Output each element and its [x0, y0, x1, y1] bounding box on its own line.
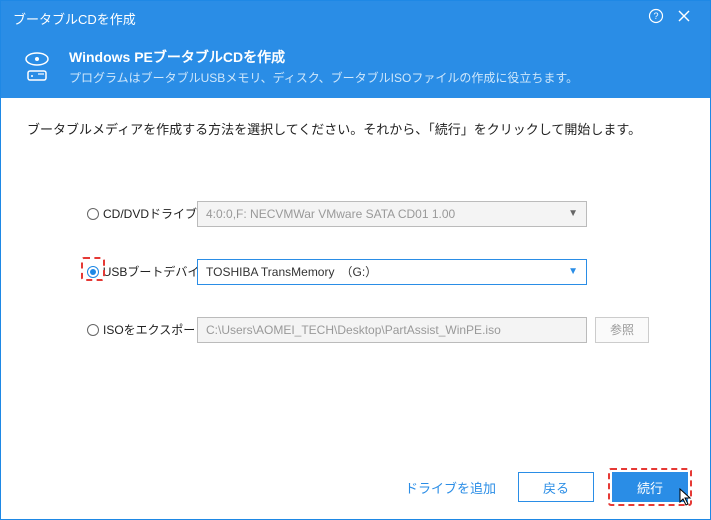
cd-drive-select[interactable]: 4:0:0,F: NECVMWar VMware SATA CD01 1.00 …: [197, 201, 587, 227]
option-cd-row: CD/DVDドライブ 4:0:0,F: NECVMWar VMware SATA…: [27, 201, 684, 227]
add-drive-link[interactable]: ドライブを追加: [397, 478, 504, 497]
browse-label: 参照: [610, 321, 634, 338]
radio-iso-label: ISOをエクスポー: [103, 321, 195, 338]
close-icon[interactable]: [670, 9, 698, 27]
radio-usb-label: USBブートデバイ: [103, 263, 197, 280]
radio-usb[interactable]: USBブートデバイ: [87, 263, 197, 280]
radio-cd[interactable]: CD/DVDドライブ: [87, 205, 197, 222]
cd-field: 4:0:0,F: NECVMWar VMware SATA CD01 1.00 …: [197, 201, 684, 227]
radio-icon: [87, 324, 99, 336]
window-title: ブータブルCDを作成: [13, 9, 136, 28]
dialog-window: ブータブルCDを作成 ? Windows PEブータブルCDを作成 プログラムは…: [0, 0, 711, 520]
content-area: ブータブルメディアを作成する方法を選択してください。それから、「続行」をクリック…: [1, 98, 710, 463]
usb-device-select[interactable]: TOSHIBA TransMemory （G:） ▼: [197, 259, 587, 285]
banner-subtitle: プログラムはブータブルUSBメモリ、ディスク、ブータブルISOファイルの作成に役…: [69, 69, 578, 86]
option-usb-row: USBブートデバイ TOSHIBA TransMemory （G:） ▼: [27, 259, 684, 285]
continue-wrap: 続行: [608, 468, 692, 506]
disc-burner-icon: [19, 49, 55, 85]
chevron-down-icon: ▼: [568, 208, 578, 219]
radio-cd-label: CD/DVDドライブ: [103, 205, 197, 222]
option-iso-row: ISOをエクスポー C:\Users\AOMEI_TECH\Desktop\Pa…: [27, 317, 684, 343]
selection-highlight: [81, 257, 105, 281]
browse-button[interactable]: 参照: [595, 317, 649, 343]
svg-text:?: ?: [653, 11, 658, 21]
usb-field: TOSHIBA TransMemory （G:） ▼: [197, 259, 684, 285]
chevron-down-icon: ▼: [568, 266, 578, 277]
back-button[interactable]: 戻る: [518, 472, 594, 502]
help-icon[interactable]: ?: [642, 8, 670, 28]
radio-iso[interactable]: ISOをエクスポー: [87, 321, 197, 338]
titlebar: ブータブルCDを作成 ?: [1, 1, 710, 35]
continue-button[interactable]: 続行: [612, 472, 688, 502]
banner-title: Windows PEブータブルCDを作成: [69, 47, 578, 67]
banner-text: Windows PEブータブルCDを作成 プログラムはブータブルUSBメモリ、デ…: [69, 47, 578, 86]
iso-field: C:\Users\AOMEI_TECH\Desktop\PartAssist_W…: [197, 317, 684, 343]
radio-icon: [87, 208, 99, 220]
instruction-text: ブータブルメディアを作成する方法を選択してください。それから、「続行」をクリック…: [27, 120, 684, 141]
footer: ドライブを追加 戻る 続行: [1, 463, 710, 519]
banner: Windows PEブータブルCDを作成 プログラムはブータブルUSBメモリ、デ…: [1, 35, 710, 98]
iso-path-value: C:\Users\AOMEI_TECH\Desktop\PartAssist_W…: [206, 323, 501, 337]
usb-device-value: TOSHIBA TransMemory （G:）: [206, 263, 377, 280]
cursor-icon: [678, 487, 694, 512]
iso-path-input[interactable]: C:\Users\AOMEI_TECH\Desktop\PartAssist_W…: [197, 317, 587, 343]
cd-drive-value: 4:0:0,F: NECVMWar VMware SATA CD01 1.00: [206, 207, 455, 221]
